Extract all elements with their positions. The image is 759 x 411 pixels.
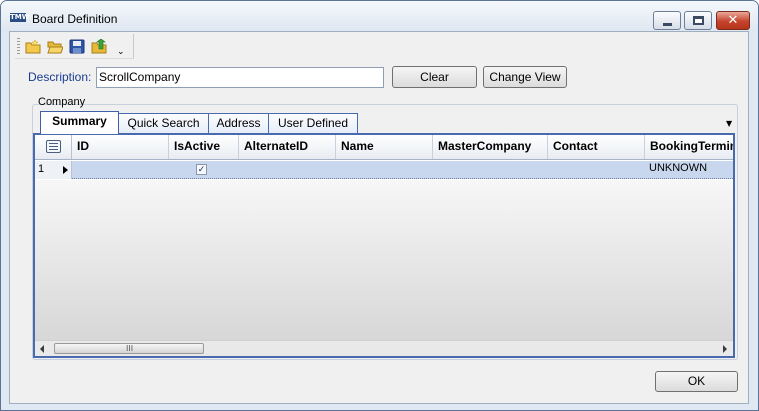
tab-quick-search[interactable]: Quick Search xyxy=(118,113,209,133)
column-chooser-button[interactable] xyxy=(35,135,72,159)
description-label: Description: xyxy=(28,70,92,84)
grid-empty-area xyxy=(35,180,733,341)
table-row[interactable]: 1 ✓ UNKNOWN xyxy=(35,161,733,179)
board-definition-window: TMW Board Definition ✕ ⌄ Description: Sc… xyxy=(0,0,759,411)
ok-button[interactable]: OK xyxy=(655,371,738,392)
company-group-label: Company xyxy=(38,96,86,108)
tab-menu-chevron-down-icon[interactable]: ▼ xyxy=(726,119,732,128)
tab-address[interactable]: Address xyxy=(208,113,269,133)
scrollbar-grip: III xyxy=(126,344,134,353)
toolbar-overflow-chevron-icon[interactable]: ⌄ xyxy=(117,47,125,57)
column-header-bookingtermin[interactable]: BookingTermin xyxy=(645,135,733,159)
column-header-isactive[interactable]: IsActive xyxy=(169,135,239,159)
column-header-alternateid[interactable]: AlternateID xyxy=(239,135,336,159)
column-header-contact[interactable]: Contact xyxy=(548,135,645,159)
column-header-mastercompany[interactable]: MasterCompany xyxy=(433,135,548,159)
open-folder-icon[interactable] xyxy=(47,39,63,54)
minimize-button[interactable] xyxy=(653,11,681,30)
horizontal-scrollbar[interactable]: III xyxy=(35,340,733,356)
grid-header-row: ID IsActive AlternateID Name MasterCompa… xyxy=(35,135,733,160)
save-disk-icon[interactable] xyxy=(69,39,85,54)
title-bar[interactable]: TMW Board Definition ✕ xyxy=(1,1,758,31)
scrollbar-thumb[interactable]: III xyxy=(54,343,204,354)
column-header-id[interactable]: ID xyxy=(72,135,169,159)
company-grid: ID IsActive AlternateID Name MasterCompa… xyxy=(33,133,735,358)
toolbar: ⌄ xyxy=(15,34,134,59)
close-icon: ✕ xyxy=(727,13,739,28)
new-folder-icon[interactable] xyxy=(25,39,41,54)
export-icon[interactable] xyxy=(91,39,107,54)
minimize-icon xyxy=(663,23,672,26)
bookingtermin-cell[interactable]: UNKNOWN xyxy=(649,162,707,174)
row-number: 1 xyxy=(38,163,45,175)
scroll-left-arrow-icon[interactable] xyxy=(40,345,44,353)
column-chooser-icon xyxy=(46,140,61,153)
maximize-button[interactable] xyxy=(684,11,712,30)
dialog-body: ⌄ Description: ScrollCompany Clear Chang… xyxy=(9,31,749,404)
column-header-name[interactable]: Name xyxy=(336,135,433,159)
maximize-icon xyxy=(693,16,704,25)
isactive-checkbox[interactable]: ✓ xyxy=(196,164,207,175)
close-button[interactable]: ✕ xyxy=(716,11,750,30)
change-view-button[interactable]: Change View xyxy=(483,66,567,88)
company-tabs: Summary Quick Search Address User Define… xyxy=(37,111,736,134)
current-row-arrow-icon xyxy=(63,166,68,174)
app-icon: TMW xyxy=(10,13,30,22)
toolbar-grip[interactable] xyxy=(17,38,20,55)
row-selector[interactable]: 1 xyxy=(35,161,72,179)
tab-user-defined[interactable]: User Defined xyxy=(268,113,358,133)
description-input[interactable]: ScrollCompany xyxy=(96,67,384,88)
window-title: Board Definition xyxy=(32,12,118,26)
clear-button[interactable]: Clear xyxy=(392,66,477,88)
tab-summary[interactable]: Summary xyxy=(40,111,119,134)
scroll-right-arrow-icon[interactable] xyxy=(723,345,727,353)
